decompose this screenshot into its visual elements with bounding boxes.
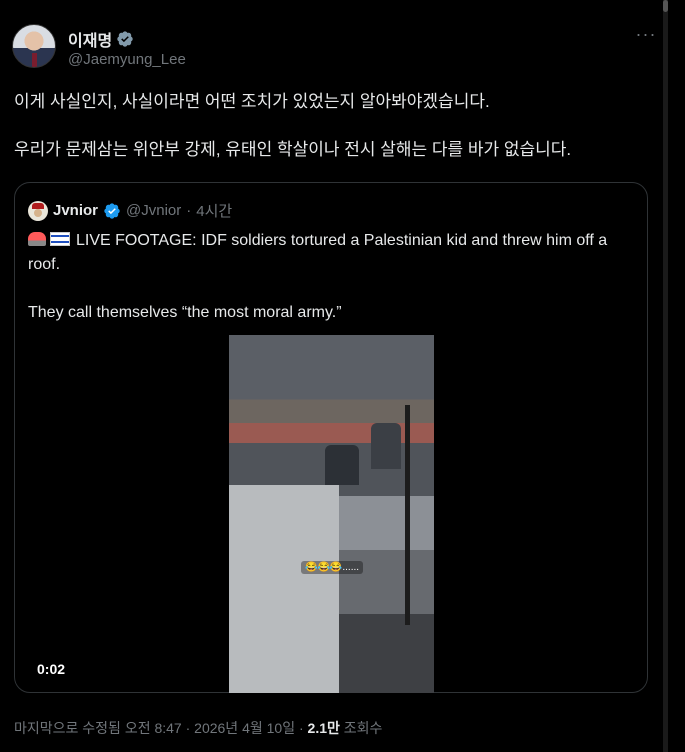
edited-timestamp[interactable]: 마지막으로 수정됨 오전 8:47 · 2026년 4월 10일 · xyxy=(14,720,308,736)
quote-text: LIVE FOOTAGE: IDF soldiers tortured a Pa… xyxy=(28,229,633,349)
more-options-button[interactable]: ··· xyxy=(632,24,660,52)
video-overlay-caption: 😂😂😂...... xyxy=(301,561,364,574)
quote-text-line: LIVE FOOTAGE: IDF soldiers tortured a Pa… xyxy=(28,229,633,277)
quote-author-name[interactable]: Jvnior xyxy=(53,202,98,219)
tweet-text-line: 우리가 문제삼는 위안부 강제, 유태인 학살이나 전시 살해는 다를 바가 없… xyxy=(14,140,572,159)
scrollbar-thumb[interactable] xyxy=(663,0,668,12)
view-label: 조회수 xyxy=(339,720,383,736)
quote-separator: · xyxy=(186,202,192,219)
israel-flag-emoji-icon xyxy=(50,232,70,246)
author-handle[interactable]: @Jaemyung_Lee xyxy=(68,51,186,68)
view-count: 2.1만 xyxy=(307,720,340,736)
author-name-row: 이재명 xyxy=(68,27,134,51)
tweet-meta: 마지막으로 수정됨 오전 8:47 · 2026년 4월 10일 · 2.1만 … xyxy=(14,718,382,738)
quote-author-avatar[interactable] xyxy=(28,200,48,221)
video-duration: 0:02 xyxy=(37,661,66,677)
tweet-header: 이재명 @Jaemyung_Lee ··· xyxy=(12,24,655,76)
tweet-text: 이게 사실인지, 사실이라면 어떤 조치가 있었는지 알아봐야겠습니다. 우리가… xyxy=(14,90,654,186)
video-frame-tank xyxy=(371,423,401,469)
video-frame-pole xyxy=(405,405,410,625)
blue-checkmark-icon xyxy=(104,202,120,219)
video-frame-tank xyxy=(325,445,359,485)
gray-checkmark-icon xyxy=(117,31,133,47)
author-display-name[interactable]: 이재명 xyxy=(68,27,112,51)
author-avatar[interactable] xyxy=(12,24,56,68)
video-frame-building xyxy=(229,485,339,693)
tweet-text-line: 이게 사실인지, 사실이라면 어떤 조치가 있었는지 알아봐야겠습니다. xyxy=(14,92,490,111)
quote-timestamp[interactable]: 4시간 xyxy=(196,200,232,221)
quote-author-handle[interactable]: @Jvnior xyxy=(126,202,181,219)
quote-header: Jvnior @Jvnior · 4시간 xyxy=(28,200,232,221)
scrollbar-track[interactable] xyxy=(663,0,668,752)
video-frame-roof xyxy=(229,423,434,443)
quote-text-line1: LIVE FOOTAGE: IDF soldiers tortured a Pa… xyxy=(28,232,608,273)
video-player[interactable]: 😂😂😂...... xyxy=(229,335,434,693)
quote-text-line: They call themselves “the most moral arm… xyxy=(28,304,342,321)
siren-emoji-icon xyxy=(28,232,46,246)
